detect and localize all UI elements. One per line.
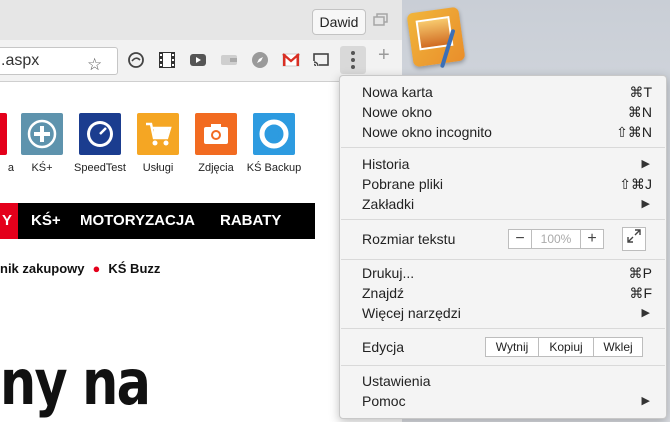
menu-item-downloads[interactable]: Pobrane pliki ⇧⌘J bbox=[362, 174, 652, 194]
menu-separator bbox=[341, 219, 665, 220]
menu-item-help[interactable]: Pomoc ▶ bbox=[362, 391, 652, 411]
menu-item-find[interactable]: Znajdź ⌘F bbox=[362, 283, 652, 303]
menu-item-zoom: Rozmiar tekstu bbox=[362, 229, 652, 249]
app-label: Zdjęcia bbox=[198, 162, 234, 174]
nav-item-ksplus[interactable]: KŚ+ bbox=[31, 203, 61, 239]
camera-icon bbox=[195, 113, 237, 155]
menu-item-label: Nowe okno bbox=[362, 104, 433, 120]
nav-item-motoryzacja[interactable]: MOTORYZACJA bbox=[80, 203, 195, 239]
app-shortcut[interactable]: KŚ Backup bbox=[244, 113, 304, 174]
browser-menu-button[interactable] bbox=[340, 46, 366, 74]
copy-button[interactable]: Kopiuj bbox=[538, 337, 594, 357]
app-shortcut[interactable]: Usługi bbox=[128, 113, 188, 174]
app-icon bbox=[0, 113, 7, 155]
menu-item-more-tools[interactable]: Więcej narzędzi ▶ bbox=[362, 303, 652, 323]
menu-separator bbox=[341, 259, 665, 260]
menu-separator bbox=[341, 328, 665, 329]
menu-item-new-tab[interactable]: Nowa karta ⌘T bbox=[362, 82, 652, 102]
tab-strip: Dawid bbox=[0, 0, 402, 40]
menu-shortcut: ⇧⌘J bbox=[619, 176, 652, 192]
zoom-control: − 100% + bbox=[508, 229, 604, 249]
menu-item-new-window[interactable]: Nowe okno ⌘N bbox=[362, 102, 652, 122]
menu-item-label: Nowa karta bbox=[362, 84, 433, 100]
menu-item-incognito[interactable]: Nowe okno incognito ⇧⌘N bbox=[362, 122, 652, 142]
menu-item-label: Edycja bbox=[362, 339, 405, 355]
zoom-value: 100% bbox=[531, 230, 581, 248]
address-text: .aspx bbox=[1, 52, 40, 69]
bullet-dot: ● bbox=[92, 261, 101, 276]
profile-button[interactable]: Dawid bbox=[312, 9, 366, 35]
menu-separator bbox=[341, 147, 665, 148]
site-nav: Y KŚ+ MOTORYZACJA RABATY bbox=[0, 203, 315, 239]
submenu-arrow-icon: ▶ bbox=[641, 158, 650, 170]
menu-item-print[interactable]: Drukuj... ⌘P bbox=[362, 263, 652, 283]
cast-icon[interactable] bbox=[311, 50, 331, 70]
gmail-extension-icon[interactable] bbox=[281, 50, 301, 70]
cart-icon bbox=[137, 113, 179, 155]
paste-button[interactable]: Wklej bbox=[593, 337, 643, 357]
zoom-in-button[interactable]: + bbox=[581, 230, 603, 248]
link-ks-buzz[interactable]: KŚ Buzz bbox=[108, 261, 160, 276]
menu-separator bbox=[341, 365, 665, 366]
menu-shortcut: ⌘N bbox=[627, 104, 652, 120]
lifebuoy-icon bbox=[253, 113, 295, 155]
menu-shortcut: ⌘F bbox=[629, 285, 652, 301]
menu-item-label: Więcej narzędzi bbox=[362, 305, 461, 321]
speedometer-icon bbox=[79, 113, 121, 155]
menu-shortcut: ⇧⌘N bbox=[616, 124, 652, 140]
new-tab-button[interactable]: + bbox=[378, 44, 390, 67]
sub-links: nik zakupowy ● KŚ Buzz bbox=[0, 261, 160, 276]
menu-item-history[interactable]: Historia ▶ bbox=[362, 154, 652, 174]
menu-item-label: Drukuj... bbox=[362, 265, 415, 281]
menu-item-label: Pobrane pliki bbox=[362, 176, 443, 192]
app-shortcut[interactable]: Zdjęcia bbox=[186, 113, 246, 174]
menu-item-label: Zakładki bbox=[362, 196, 415, 212]
cut-button[interactable]: Wytnij bbox=[485, 337, 539, 357]
menu-shortcut: ⌘T bbox=[629, 84, 652, 100]
nav-item-rabaty[interactable]: RABATY bbox=[220, 203, 281, 239]
menu-item-label: Rozmiar tekstu bbox=[362, 231, 456, 247]
menu-item-label: Historia bbox=[362, 156, 410, 172]
app-shortcut[interactable]: SpeedTest bbox=[70, 113, 130, 174]
menu-item-bookmarks[interactable]: Zakładki ▶ bbox=[362, 194, 652, 214]
menu-item-label: Ustawienia bbox=[362, 373, 431, 389]
bookmark-star-icon[interactable]: ☆ bbox=[87, 52, 102, 78]
window-restore-icon[interactable] bbox=[369, 11, 393, 33]
film-extension-icon[interactable] bbox=[157, 50, 177, 70]
compass-extension-icon[interactable] bbox=[250, 50, 270, 70]
address-bar[interactable]: .aspx ☆ bbox=[0, 47, 118, 75]
menu-item-label: Pomoc bbox=[362, 393, 406, 409]
menu-shortcut: ⌘P bbox=[628, 265, 652, 281]
menu-item-label: Znajdź bbox=[362, 285, 405, 301]
sync-extension-icon[interactable] bbox=[126, 50, 146, 70]
submenu-arrow-icon: ▶ bbox=[641, 198, 650, 210]
app-shortcut[interactable]: KŚ+ bbox=[12, 113, 72, 174]
app-label: KŚ Backup bbox=[246, 162, 302, 174]
zoom-out-button[interactable]: − bbox=[509, 230, 531, 248]
preview-app-icon[interactable] bbox=[406, 6, 466, 69]
browser-dropdown-menu: Nowa karta ⌘T Nowe okno ⌘N Nowe okno inc… bbox=[339, 75, 667, 419]
app-label: KŚ+ bbox=[31, 162, 53, 174]
article-headline[interactable]: ny na bbox=[0, 346, 151, 419]
app-label: Usługi bbox=[142, 162, 174, 174]
edit-buttons: Wytnij Kopiuj Wklej bbox=[485, 337, 643, 357]
video-extension-icon[interactable] bbox=[188, 50, 208, 70]
plus-icon bbox=[21, 113, 63, 155]
menu-item-label: Nowe okno incognito bbox=[362, 124, 492, 140]
wallet-extension-icon[interactable] bbox=[219, 50, 239, 70]
app-label: SpeedTest bbox=[74, 162, 126, 174]
fullscreen-icon[interactable] bbox=[622, 227, 646, 251]
nav-item-partial[interactable]: Y bbox=[0, 203, 18, 239]
submenu-arrow-icon: ▶ bbox=[641, 395, 650, 407]
menu-item-settings[interactable]: Ustawienia bbox=[362, 371, 652, 391]
submenu-arrow-icon: ▶ bbox=[641, 307, 650, 319]
link-zakupowy[interactable]: nik zakupowy bbox=[0, 261, 85, 276]
